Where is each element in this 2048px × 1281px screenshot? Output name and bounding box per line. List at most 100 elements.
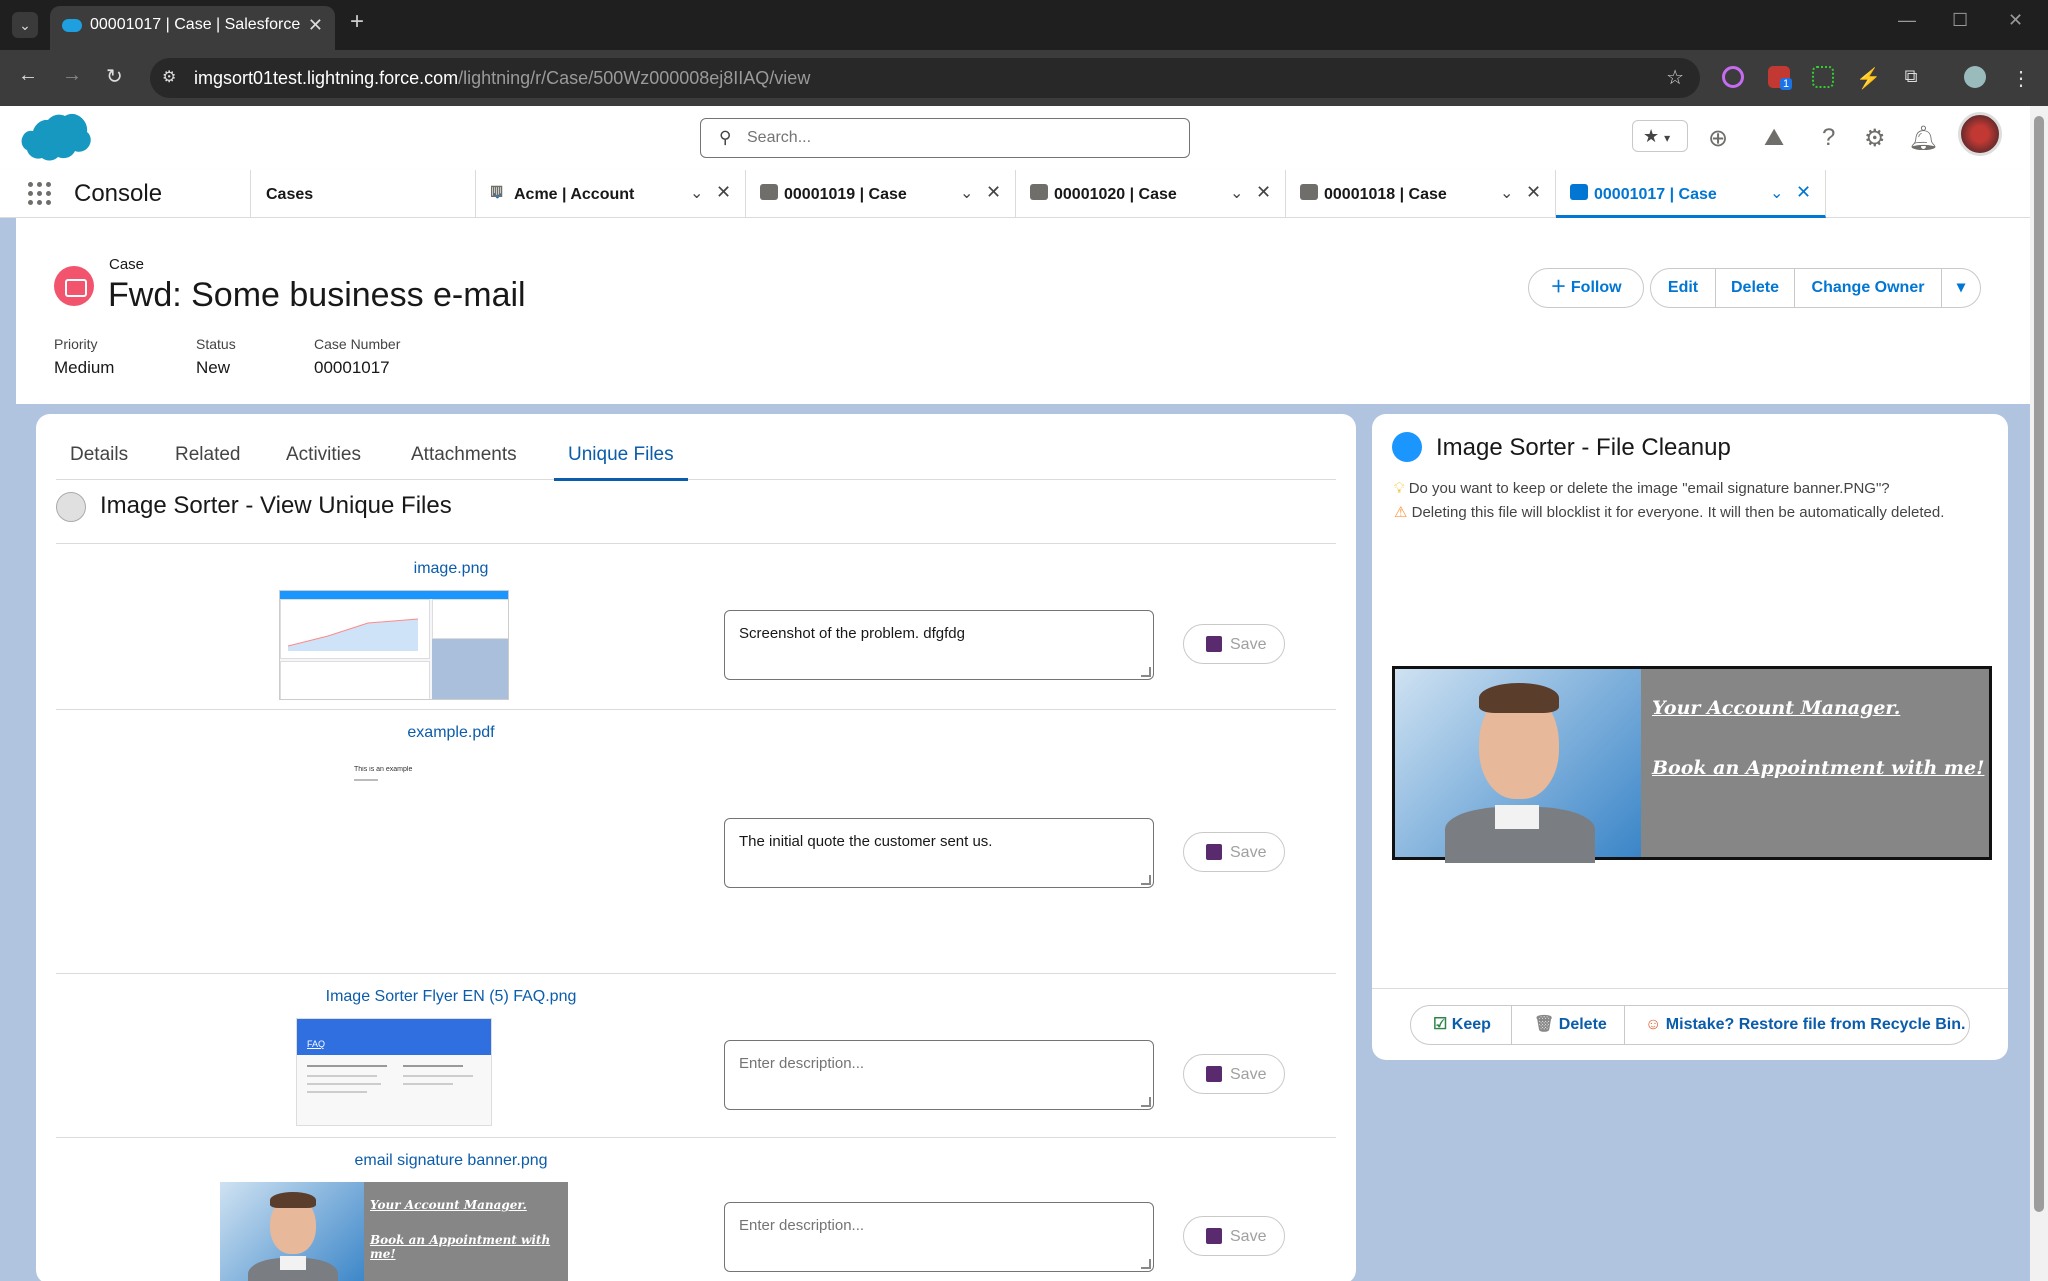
save-button[interactable]: Save (1183, 832, 1285, 872)
portrait-hair (1479, 683, 1559, 713)
notifications-bell-icon[interactable]: 🔔︎ (1908, 124, 1938, 153)
chevron-down-icon[interactable]: ⌄ (1770, 183, 1783, 203)
cleanup-title: Image Sorter - File Cleanup (1436, 434, 1731, 461)
save-button[interactable]: Save (1183, 624, 1285, 664)
change-owner-button[interactable]: Change Owner (1794, 268, 1942, 308)
global-actions-icon[interactable]: ⊕ (1708, 124, 1728, 153)
forward-icon[interactable]: → (62, 64, 82, 87)
close-icon[interactable]: ✕ (1526, 182, 1541, 203)
workspace-tab-label: 00001019 | Case (784, 186, 907, 203)
new-tab-icon[interactable]: + (350, 8, 364, 36)
file-thumbnail[interactable]: This is an example (354, 766, 434, 796)
tab-related[interactable]: Related (175, 444, 241, 466)
field-label: Status (196, 336, 236, 352)
more-actions-chevron-icon[interactable]: ▾ (1941, 268, 1981, 308)
workspace-tab-case[interactable]: 00001019 | Case ⌄ ✕ (746, 170, 1016, 218)
nav-item-cases[interactable]: Cases ⌄ (250, 170, 505, 218)
salesforce-favicon-icon (62, 19, 82, 32)
file-link[interactable]: image.png (206, 560, 696, 578)
keep-button[interactable]: ☑ Keep (1410, 1005, 1512, 1045)
plus-icon: ＋ (1550, 279, 1571, 296)
setup-gear-icon[interactable]: ⚙ (1864, 124, 1886, 153)
tab-search-icon[interactable]: ⌄ (12, 12, 38, 38)
description-textarea[interactable]: Screenshot of the problem. dfgfdg (724, 610, 1154, 680)
tab-unique-files[interactable]: Unique Files (554, 444, 688, 481)
browser-menu-icon[interactable]: ⋮ (2010, 66, 2032, 90)
cleanup-question: 💡︎ Do you want to keep or delete the ima… (1394, 480, 1890, 497)
description-textarea[interactable]: Enter description... (724, 1202, 1154, 1272)
profile-icon[interactable] (1964, 66, 1986, 88)
favorites-button[interactable]: ★ ▾ (1632, 120, 1688, 152)
banner-line-1: Your Account Manager. (370, 1198, 527, 1212)
highlight-field-priority: Priority Medium (54, 336, 114, 378)
bookmark-star-icon[interactable]: ☆ (1666, 65, 1684, 90)
chevron-down-icon[interactable]: ⌄ (1230, 183, 1243, 203)
case-icon (1030, 184, 1048, 200)
highlight-field-status: Status New (196, 336, 236, 378)
trash-icon: 🗑︎ (1534, 1016, 1555, 1033)
tab-details[interactable]: Details (70, 444, 128, 466)
back-icon[interactable]: ← (18, 64, 38, 87)
file-link[interactable]: email signature banner.png (206, 1152, 696, 1170)
tab-attachments[interactable]: Attachments (411, 444, 517, 466)
app-name: Console (74, 180, 163, 207)
minimize-icon[interactable]: — (1898, 10, 1916, 31)
salesforce-logo[interactable] (20, 112, 92, 164)
chevron-down-icon[interactable]: ⌄ (690, 183, 703, 203)
case-icon (1570, 184, 1588, 200)
global-search-input[interactable]: ⚲ Search... (700, 118, 1190, 158)
scrollbar-thumb[interactable] (2034, 116, 2044, 1212)
close-icon[interactable]: ✕ (986, 182, 1001, 203)
workspace-tab-account[interactable]: ▥ Acme | Account ⌄ ✕ (476, 170, 746, 218)
edit-button[interactable]: Edit (1650, 268, 1716, 308)
follow-button[interactable]: ＋ Follow (1528, 268, 1644, 308)
tab-activities[interactable]: Activities (286, 444, 361, 466)
case-icon (1300, 184, 1318, 200)
file-link[interactable]: Image Sorter Flyer EN (5) FAQ.png (206, 988, 696, 1006)
extension-color-icon[interactable] (1722, 66, 1744, 88)
save-button[interactable]: Save (1183, 1054, 1285, 1094)
browser-tab[interactable]: 00001017 | Case | Salesforce ✕ (50, 6, 335, 50)
file-link[interactable]: example.pdf (206, 724, 696, 742)
page-scrollbar[interactable] (2030, 106, 2048, 1281)
save-label: Save (1230, 1228, 1267, 1245)
portrait-hair (270, 1192, 316, 1208)
file-thumbnail[interactable]: Your Account Manager. Book an Appointmen… (220, 1182, 568, 1281)
description-textarea[interactable]: The initial quote the customer sent us. (724, 818, 1154, 888)
floppy-disk-icon (1206, 1228, 1222, 1244)
workspace-tab-case[interactable]: 00001020 | Case ⌄ ✕ (1016, 170, 1286, 218)
extension-green-icon[interactable] (1812, 66, 1834, 88)
close-icon[interactable]: ✕ (1796, 182, 1811, 203)
file-thumbnail[interactable] (279, 590, 509, 700)
chevron-down-icon[interactable]: ⌄ (960, 183, 973, 203)
description-placeholder: Enter description... (739, 1055, 865, 1072)
file-thumbnail[interactable]: FAQ (296, 1018, 492, 1126)
save-button[interactable]: Save (1183, 1216, 1285, 1256)
description-textarea[interactable]: Enter description... (724, 1040, 1154, 1110)
account-icon: ▥ (490, 182, 504, 198)
workspace-tab-case-active[interactable]: 00001017 | Case ⌄ ✕ (1556, 170, 1826, 218)
close-window-icon[interactable]: ✕ (2008, 10, 2023, 31)
delete-file-button[interactable]: 🗑︎ Delete (1511, 1005, 1625, 1045)
site-info-icon[interactable]: ⚙ (162, 67, 176, 87)
close-icon[interactable]: ✕ (716, 182, 731, 203)
chevron-down-icon[interactable]: ⌄ (1500, 183, 1513, 203)
delete-button[interactable]: Delete (1715, 268, 1795, 308)
close-tab-icon[interactable]: ✕ (308, 6, 323, 44)
image-preview: Your Account Manager. Book an Appointmen… (1392, 666, 1992, 863)
record-title: Fwd: Some business e-mail (108, 276, 526, 314)
workspace-tab-case[interactable]: 00001018 | Case ⌄ ✕ (1286, 170, 1556, 218)
maximize-icon[interactable]: ☐ (1952, 10, 1968, 31)
restore-button[interactable]: ☺ Mistake? Restore file from Recycle Bin… (1624, 1005, 1970, 1045)
reload-icon[interactable]: ↻ (106, 64, 123, 89)
trailhead-icon[interactable]: ⛰ (1764, 124, 1784, 152)
address-bar[interactable]: ⚙ imgsort01test.lightning.force.com/ligh… (150, 58, 1700, 98)
cleanup-actions: ☑ Keep 🗑︎ Delete ☺ Mistake? Restore file… (1372, 988, 2008, 1060)
extension-bolt-icon[interactable]: ⚡ (1856, 66, 1881, 90)
extensions-puzzle-icon[interactable]: ⧉ (1900, 66, 1922, 88)
extension-red-icon[interactable]: 1 (1768, 66, 1793, 90)
app-launcher-icon[interactable] (28, 182, 52, 206)
user-avatar[interactable] (1958, 112, 2002, 156)
close-icon[interactable]: ✕ (1256, 182, 1271, 203)
help-icon[interactable]: ? (1822, 124, 1835, 152)
